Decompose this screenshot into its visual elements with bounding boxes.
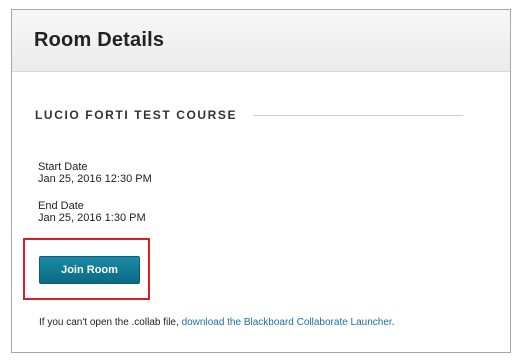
page-title: Room Details <box>34 29 165 51</box>
room-details-panel: Room Details LUCIO FORTI TEST COURSE Sta… <box>11 9 511 353</box>
download-launcher-link[interactable]: download the Blackboard Collaborate Laun… <box>182 317 392 328</box>
help-suffix: . <box>391 317 395 328</box>
course-divider <box>253 114 464 116</box>
end-date-block: End Date Jan 25, 2016 1:30 PM <box>38 200 146 224</box>
panel-header: Room Details <box>12 10 510 72</box>
end-date-value: Jan 25, 2016 1:30 PM <box>38 212 146 224</box>
start-date-label: Start Date <box>38 161 88 173</box>
start-date-value: Jan 25, 2016 12:30 PM <box>38 173 152 185</box>
help-text: If you can't open the .collab file, down… <box>39 317 395 328</box>
join-room-button[interactable]: Join Room <box>39 256 140 284</box>
course-name: LUCIO FORTI TEST COURSE <box>35 108 238 122</box>
start-date-block: Start Date Jan 25, 2016 12:30 PM <box>38 161 152 185</box>
course-row: LUCIO FORTI TEST COURSE <box>35 108 464 122</box>
help-prefix: If you can't open the .collab file, <box>39 317 182 328</box>
end-date-label: End Date <box>38 200 84 212</box>
